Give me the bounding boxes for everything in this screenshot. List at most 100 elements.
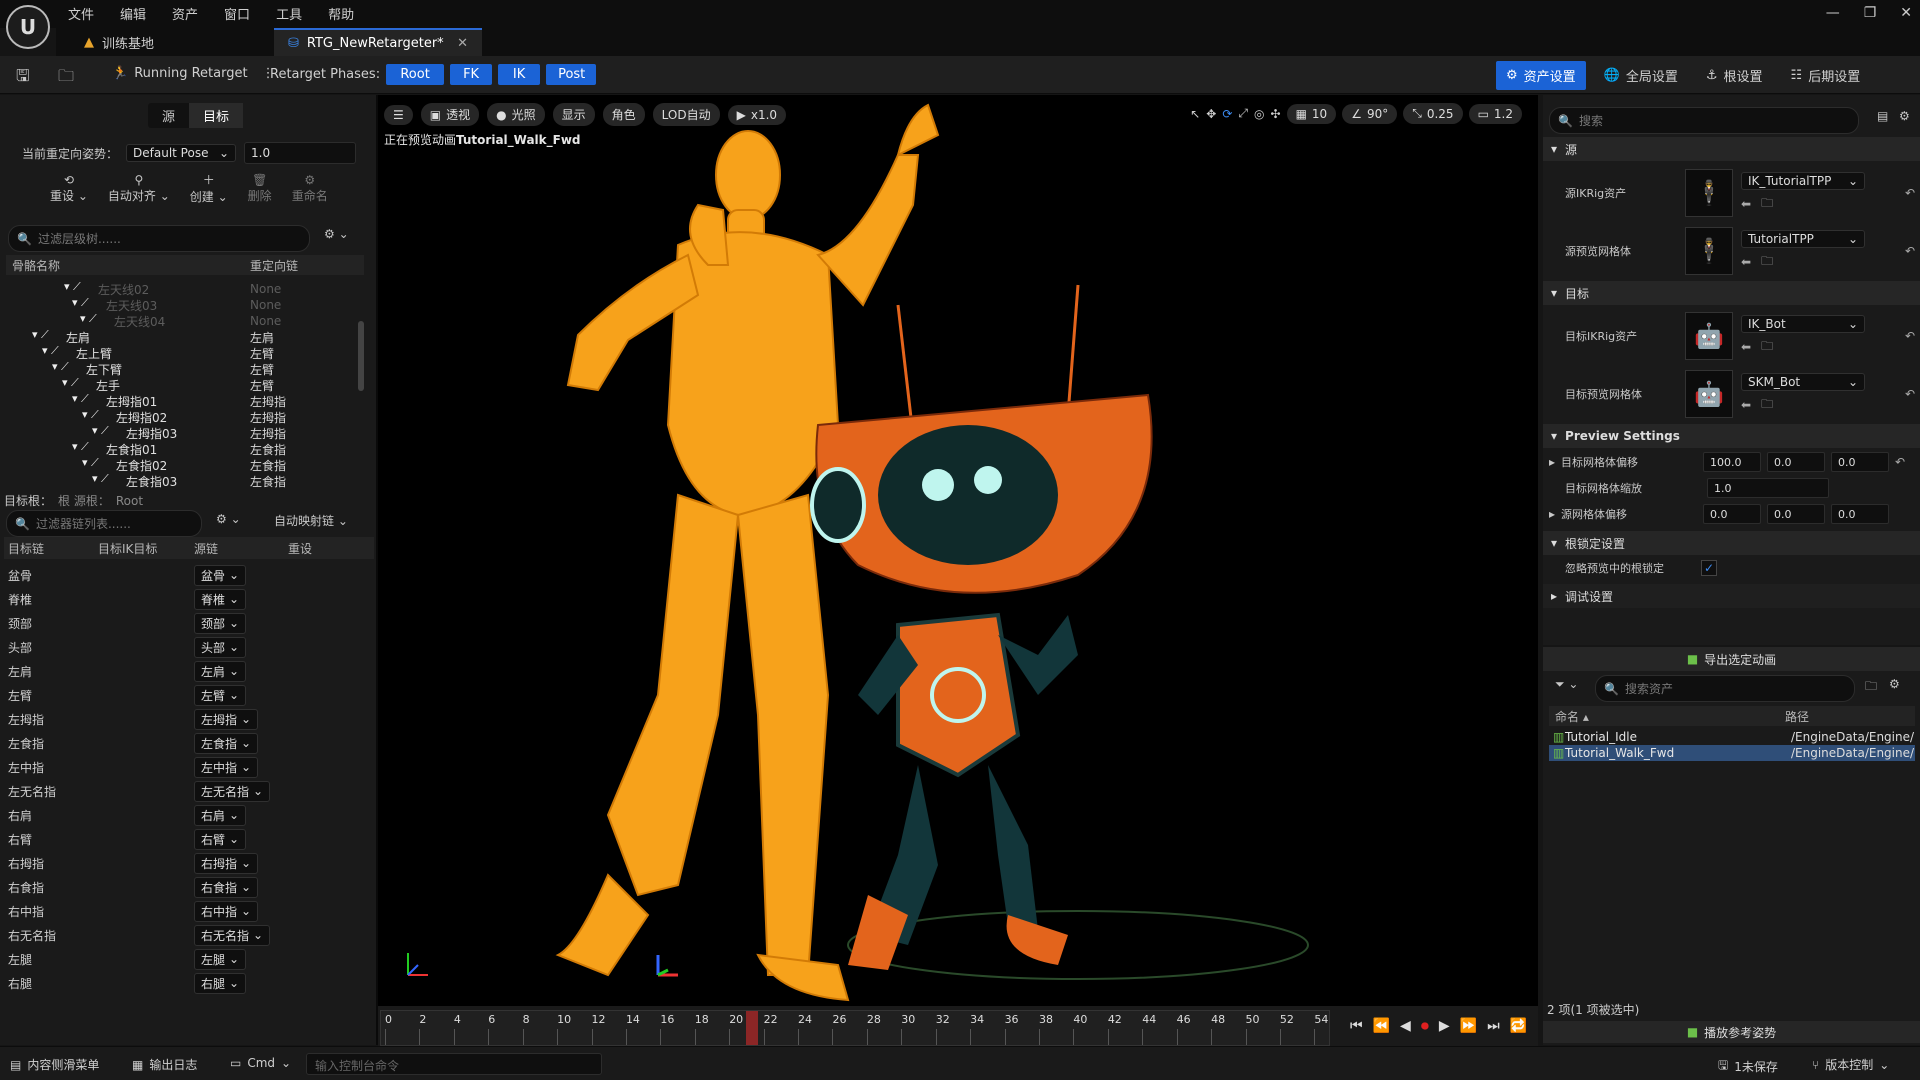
browse-asset-icon[interactable]: 🗀 bbox=[1761, 194, 1773, 215]
phase-ik-button[interactable]: IK bbox=[498, 64, 541, 85]
playhead[interactable] bbox=[746, 1011, 759, 1045]
source-chain-dropdown[interactable]: 右食指 ⌄ bbox=[194, 876, 259, 898]
tree-row[interactable]: ▾ ⟋ 左食指02 左食指 bbox=[6, 456, 360, 473]
section-preview-settings[interactable]: ▾ Preview Settings bbox=[1543, 424, 1920, 448]
tree-row[interactable]: ▾ ⟋ 左天线03 None bbox=[6, 296, 360, 313]
src-offset-z-field[interactable]: 0.0 bbox=[1831, 504, 1890, 524]
source-chain-dropdown[interactable]: 左臂 ⌄ bbox=[194, 684, 247, 706]
name-column-header[interactable]: 命名 ▴ bbox=[1549, 708, 1785, 725]
tree-row[interactable]: ▾ ⟋ 左食指03 左食指 bbox=[6, 472, 360, 489]
tree-row[interactable]: ▾ ⟋ 左天线04 None bbox=[6, 312, 360, 329]
ikrig-thumbnail[interactable]: 🕴 bbox=[1685, 169, 1733, 217]
tree-scrollbar[interactable] bbox=[358, 321, 364, 391]
delete-button[interactable]: 🗑 删除 bbox=[248, 173, 272, 204]
create-button[interactable]: ＋创建 ⌄ bbox=[190, 171, 228, 205]
play-icon[interactable]: ▶ bbox=[1439, 1018, 1450, 1034]
target-toggle[interactable]: 目标 bbox=[189, 103, 244, 128]
export-selected-button[interactable]: ■ 导出选定动画 bbox=[1543, 647, 1920, 671]
asset-row[interactable]: ▥ Tutorial_Idle /EngineData/Engine/ bbox=[1549, 729, 1915, 745]
source-chain-dropdown[interactable]: 左中指 ⌄ bbox=[194, 756, 259, 778]
cmd-dropdown[interactable]: ▭ Cmd ⌄ bbox=[230, 1056, 291, 1070]
target-ikrig-dropdown[interactable]: IK_Bot ⌄ bbox=[1741, 314, 1865, 333]
source-chain-dropdown[interactable]: 左拇指 ⌄ bbox=[194, 708, 259, 730]
unreal-logo[interactable]: U bbox=[6, 5, 50, 49]
source-chain-dropdown[interactable]: 脊椎 ⌄ bbox=[194, 588, 247, 610]
menu-item[interactable]: 资产 bbox=[170, 2, 200, 25]
table-view-icon[interactable]: ▤ bbox=[1877, 109, 1888, 123]
browse-asset-icon[interactable]: 🗀 bbox=[1761, 337, 1773, 358]
rename-button[interactable]: ⚙ 重命名 bbox=[292, 173, 328, 204]
skip-end-icon[interactable]: ⏭ bbox=[1487, 1018, 1500, 1034]
offset-x-field[interactable]: 100.0 bbox=[1703, 452, 1762, 472]
content-drawer-button[interactable]: ▤ 内容侧滑菜单 bbox=[10, 1056, 99, 1073]
tab-training[interactable]: ▲ 训练基地 bbox=[70, 28, 274, 56]
browse-icon[interactable]: 🗀 bbox=[58, 65, 74, 92]
source-mesh-dropdown[interactable]: TutorialTPP ⌄ bbox=[1741, 229, 1865, 248]
source-ikrig-dropdown[interactable]: IK_TutorialTPP ⌄ bbox=[1741, 171, 1865, 190]
filter-icon[interactable]: ⏷ ⌄ bbox=[1555, 677, 1578, 692]
source-chain-dropdown[interactable]: 盆骨 ⌄ bbox=[194, 564, 247, 586]
output-log-button[interactable]: ▦ 输出日志 bbox=[132, 1056, 197, 1073]
source-chain-dropdown[interactable]: 左腿 ⌄ bbox=[194, 948, 247, 970]
source-control-button[interactable]: ⑂ 版本控制 ⌄ bbox=[1812, 1056, 1889, 1073]
running-retarget-button[interactable]: 🏃 Running Retarget ⋮ bbox=[112, 66, 275, 81]
tree-row[interactable]: ▾ ⟋ 左天线02 None bbox=[6, 281, 360, 297]
pose-blend-field[interactable]: 1.0 bbox=[244, 142, 357, 164]
source-chain-dropdown[interactable]: 右臂 ⌄ bbox=[194, 828, 247, 850]
close-tab-icon[interactable]: ✕ bbox=[457, 36, 468, 51]
tree-row[interactable]: ▾ ⟋ 左手 左臂 bbox=[6, 376, 360, 393]
settings-gear-icon[interactable]: ⚙ bbox=[1899, 109, 1910, 123]
source-chain-dropdown[interactable]: 右肩 ⌄ bbox=[194, 804, 247, 826]
target-mesh-dropdown[interactable]: SKM_Bot ⌄ bbox=[1741, 372, 1865, 391]
record-icon[interactable]: ⏺ bbox=[1421, 1016, 1429, 1036]
use-selected-icon[interactable]: ⬅ bbox=[1741, 340, 1751, 354]
tree-row[interactable]: ▾ ⟋ 左上臂 左臂 bbox=[6, 344, 360, 361]
settings-gear-icon[interactable]: ⚙ bbox=[1889, 677, 1900, 691]
browse-asset-icon[interactable]: 🗀 bbox=[1761, 252, 1773, 273]
reset-property-icon[interactable]: ↶ bbox=[1905, 387, 1915, 401]
asset-settings-button[interactable]: ⚙ 资产设置 bbox=[1496, 61, 1586, 90]
tree-row[interactable]: ▾ ⟋ 左食指01 左食指 bbox=[6, 440, 360, 457]
phase-post-button[interactable]: Post bbox=[546, 64, 597, 85]
folder-icon[interactable]: 🗀 bbox=[1865, 677, 1877, 698]
tree-row[interactable]: ▾ ⟋ 左拇指01 左拇指 bbox=[6, 392, 360, 409]
settings-gear-icon[interactable]: ⚙ ⌄ bbox=[324, 227, 349, 241]
phase-root-button[interactable]: Root bbox=[386, 64, 445, 85]
prev-frame-icon[interactable]: ⏪ bbox=[1373, 1018, 1390, 1034]
ikrig-thumbnail[interactable]: 🤖 bbox=[1685, 312, 1733, 360]
expand-icon[interactable]: ▸ bbox=[1549, 507, 1555, 521]
offset-y-field[interactable]: 0.0 bbox=[1767, 452, 1826, 472]
hierarchy-search[interactable]: 🔍 过滤层级树...... bbox=[8, 225, 310, 252]
auto-map-dropdown[interactable]: 自动映射链 ⌄ bbox=[274, 512, 348, 529]
tree-row[interactable]: ▾ ⟋ 左肩 左肩 bbox=[6, 328, 360, 345]
mesh-thumbnail[interactable]: 🕴 bbox=[1685, 227, 1733, 275]
reset-property-icon[interactable]: ↶ bbox=[1905, 186, 1915, 200]
reverse-icon[interactable]: ◀ bbox=[1400, 1018, 1411, 1034]
reset-property-icon[interactable]: ↶ bbox=[1905, 244, 1915, 258]
auto-align-button[interactable]: ⚲ 自动对齐 ⌄ bbox=[108, 173, 170, 204]
section-target[interactable]: ▾ 目标 bbox=[1543, 281, 1920, 305]
section-source[interactable]: ▾ 源 bbox=[1543, 137, 1920, 161]
source-chain-dropdown[interactable]: 右拇指 ⌄ bbox=[194, 852, 259, 874]
chain-settings-icon[interactable]: ⚙ ⌄ bbox=[216, 512, 241, 526]
mesh-thumbnail[interactable]: 🤖 bbox=[1685, 370, 1733, 418]
use-selected-icon[interactable]: ⬅ bbox=[1741, 398, 1751, 412]
source-toggle[interactable]: 源 bbox=[148, 103, 189, 128]
source-chain-dropdown[interactable]: 左无名指 ⌄ bbox=[194, 780, 271, 802]
section-root-lock[interactable]: ▾ 根锁定设置 bbox=[1543, 531, 1920, 555]
close-window-icon[interactable]: ✕ bbox=[1900, 5, 1912, 21]
pose-dropdown[interactable]: Default Pose ⌄ bbox=[126, 144, 237, 162]
tree-row[interactable]: ▾ ⟋ 左拇指02 左拇指 bbox=[6, 408, 360, 425]
tree-row[interactable]: ▾ ⟋ 左下臂 左臂 bbox=[6, 360, 360, 377]
save-icon[interactable]: 🖫 bbox=[16, 65, 30, 92]
phase-fk-button[interactable]: FK bbox=[450, 64, 493, 85]
global-settings-button[interactable]: 🌐 全局设置 bbox=[1594, 61, 1688, 90]
source-chain-dropdown[interactable]: 左食指 ⌄ bbox=[194, 732, 259, 754]
post-settings-button[interactable]: ☷ 后期设置 bbox=[1781, 61, 1871, 90]
scale-field[interactable]: 1.0 bbox=[1707, 478, 1829, 498]
asset-row-selected[interactable]: ▥ Tutorial_Walk_Fwd /EngineData/Engine/ bbox=[1549, 745, 1915, 761]
loop-icon[interactable]: 🔁 bbox=[1510, 1018, 1527, 1034]
src-offset-x-field[interactable]: 0.0 bbox=[1703, 504, 1762, 524]
section-debug[interactable]: ▸ 调试设置 bbox=[1543, 584, 1920, 608]
menu-item[interactable]: 文件 bbox=[66, 2, 96, 25]
